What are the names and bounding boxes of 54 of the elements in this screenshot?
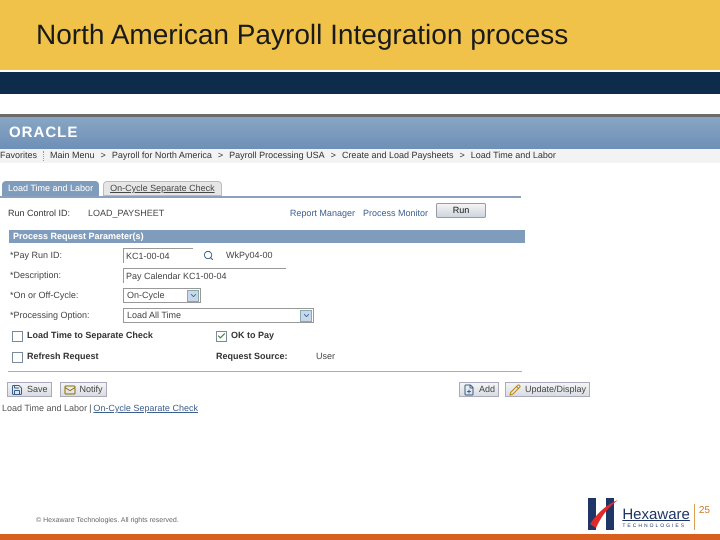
- pencil-icon: [508, 384, 521, 396]
- field-label: *Pay Run ID:: [10, 248, 64, 262]
- save-icon: [11, 384, 23, 396]
- breadcrumb-link[interactable]: Create and Load Paysheets: [342, 148, 454, 164]
- section-header: Process Request Parameter(s): [9, 230, 525, 243]
- field-label: Request Source:: [216, 350, 289, 364]
- breadcrumb-link[interactable]: Payroll Processing USA: [229, 148, 325, 164]
- envelope-icon: [64, 384, 76, 396]
- input-field[interactable]: KC1-00-04: [123, 248, 193, 263]
- request-source-value: User: [316, 350, 336, 364]
- run-control-value: LOAD_PAYSHEET: [88, 207, 166, 220]
- checkbox[interactable]: [12, 352, 23, 362]
- field-label: Run Control ID:: [8, 207, 72, 220]
- page-number: 25: [698, 504, 710, 518]
- breadcrumb-separator: >: [218, 149, 224, 162]
- breadcrumb-link[interactable]: Favorites: [0, 148, 38, 164]
- toolbar-button[interactable]: Update/Display: [504, 382, 590, 397]
- page-link[interactable]: Load Time and Labor: [2, 402, 88, 416]
- brand-name: Hexaware: [622, 506, 690, 522]
- pay-run-description: WkPy04-00: [226, 248, 273, 262]
- checkbox[interactable]: [216, 330, 227, 342]
- add-icon: [462, 384, 475, 396]
- dropdown-icon: [300, 310, 312, 322]
- checkbox-label: Load Time to Separate Check: [27, 329, 153, 342]
- checkbox-label: Refresh Request: [27, 350, 99, 364]
- breadcrumb-separator: >: [100, 149, 106, 162]
- input-field[interactable]: Pay Calendar KC1-00-04: [123, 268, 286, 283]
- breadcrumb-separator: >: [330, 149, 336, 162]
- slide-title: North American Payroll Integration process: [36, 18, 568, 52]
- checkbox-label: OK to Pay: [231, 329, 274, 342]
- toolbar-button[interactable]: Notify: [60, 382, 107, 397]
- checkbox[interactable]: [12, 330, 23, 342]
- dropdown-field[interactable]: Load All Time: [123, 308, 314, 323]
- field-label: *On or Off-Cycle:: [10, 288, 80, 302]
- toolbar-button[interactable]: Add: [458, 382, 499, 397]
- oracle-logo: ORACLE: [9, 122, 78, 143]
- breadcrumb-divider: [43, 151, 44, 161]
- search-icon[interactable]: [203, 250, 214, 261]
- link-separator: |: [89, 402, 92, 415]
- field-label: *Processing Option:: [10, 308, 91, 322]
- breadcrumb-link[interactable]: Main Menu: [50, 148, 95, 164]
- tab[interactable]: On-Cycle Separate Check: [103, 181, 222, 196]
- header-link[interactable]: Report Manager: [290, 207, 355, 221]
- page-link[interactable]: On-Cycle Separate Check: [93, 402, 198, 416]
- hexaware-h-logo-icon: [588, 498, 618, 530]
- toolbar-button[interactable]: Save: [7, 382, 52, 397]
- dropdown-field[interactable]: On-Cycle: [123, 288, 201, 303]
- dropdown-icon: [187, 290, 199, 302]
- header-link[interactable]: Process Monitor: [362, 207, 428, 221]
- breadcrumb-separator: >: [460, 149, 465, 162]
- field-label: *Description:: [10, 268, 62, 282]
- run-button[interactable]: Run: [436, 202, 486, 218]
- breadcrumb-link[interactable]: Payroll for North America: [112, 148, 212, 164]
- breadcrumb-link[interactable]: Load Time and Labor: [470, 148, 556, 164]
